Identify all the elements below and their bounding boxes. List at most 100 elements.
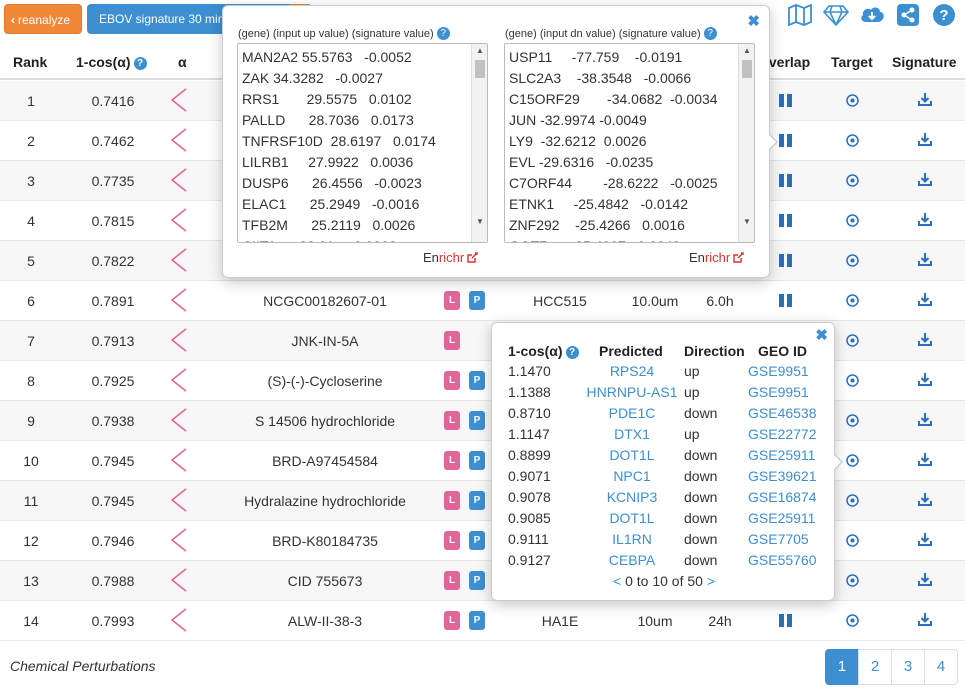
alpha-icon[interactable] bbox=[170, 247, 188, 276]
target-icon[interactable] bbox=[846, 574, 859, 590]
overlap-icon[interactable] bbox=[779, 254, 792, 267]
lincs-badge[interactable]: L bbox=[444, 571, 460, 590]
target-icon[interactable] bbox=[846, 134, 859, 150]
alpha-icon[interactable] bbox=[170, 527, 188, 556]
overlap-icon[interactable] bbox=[779, 134, 792, 147]
prev-page-button[interactable]: < bbox=[613, 573, 621, 589]
share-icon[interactable] bbox=[895, 2, 921, 28]
predicted-gene-link[interactable]: NPC1 bbox=[568, 468, 696, 484]
download-icon[interactable] bbox=[918, 292, 932, 309]
alpha-icon[interactable] bbox=[170, 87, 188, 116]
alpha-icon[interactable] bbox=[170, 287, 188, 316]
alpha-icon[interactable] bbox=[170, 487, 188, 516]
scroll-thumb[interactable] bbox=[475, 60, 485, 78]
download-icon[interactable] bbox=[918, 612, 932, 629]
lincs-badge[interactable]: L bbox=[444, 491, 460, 510]
help-icon[interactable]: ? bbox=[565, 346, 579, 359]
lincs-badge[interactable]: L bbox=[444, 331, 460, 350]
scrollbar[interactable]: ▲ ▼ bbox=[471, 44, 487, 242]
target-icon[interactable] bbox=[846, 414, 859, 430]
map-icon[interactable] bbox=[787, 2, 813, 28]
lincs-badge[interactable]: L bbox=[444, 291, 460, 310]
overlap-icon[interactable] bbox=[779, 214, 792, 227]
geo-id-link[interactable]: GSE9951 bbox=[748, 363, 809, 379]
overlap-icon[interactable] bbox=[779, 94, 792, 107]
alpha-icon[interactable] bbox=[170, 167, 188, 196]
target-icon[interactable] bbox=[846, 534, 859, 550]
page-4-button[interactable]: 4 bbox=[924, 649, 958, 685]
pubchem-badge[interactable]: P bbox=[469, 411, 485, 430]
close-icon[interactable]: ✖ bbox=[747, 12, 760, 30]
lincs-badge[interactable]: L bbox=[444, 411, 460, 430]
target-icon[interactable] bbox=[846, 334, 859, 350]
pubchem-badge[interactable]: P bbox=[469, 531, 485, 550]
diamond-icon[interactable] bbox=[823, 2, 849, 28]
target-icon[interactable] bbox=[846, 94, 859, 110]
scrollbar[interactable]: ▲ ▼ bbox=[738, 44, 754, 242]
download-icon[interactable] bbox=[918, 372, 932, 389]
scroll-thumb[interactable] bbox=[742, 60, 752, 78]
predicted-gene-link[interactable]: DOT1L bbox=[568, 510, 696, 526]
enrichr-up-link[interactable]: Enrichr bbox=[423, 250, 478, 265]
dn-genes-textarea[interactable]: USP11 -77.759 -0.0191 SLC2A3 -38.3548 -0.… bbox=[504, 43, 755, 243]
page-1-button[interactable]: 1 bbox=[825, 649, 859, 685]
enrichr-dn-link[interactable]: Enrichr bbox=[689, 250, 744, 265]
cos-header[interactable]: 1-cos(α)? bbox=[76, 54, 147, 70]
target-icon[interactable] bbox=[846, 374, 859, 390]
scroll-down-icon[interactable]: ▼ bbox=[476, 217, 484, 226]
alpha-icon[interactable] bbox=[170, 407, 188, 436]
download-icon[interactable] bbox=[918, 252, 932, 269]
help-icon[interactable]: ? bbox=[703, 27, 717, 40]
predicted-gene-link[interactable]: CEBPA bbox=[568, 552, 696, 568]
alpha-icon[interactable] bbox=[170, 367, 188, 396]
page-3-button[interactable]: 3 bbox=[891, 649, 925, 685]
target-icon[interactable] bbox=[846, 494, 859, 510]
overlap-icon[interactable] bbox=[779, 174, 792, 187]
help-icon[interactable]: ? bbox=[931, 2, 957, 28]
download-icon[interactable] bbox=[918, 532, 932, 549]
pubchem-badge[interactable]: P bbox=[469, 371, 485, 390]
download-icon[interactable] bbox=[918, 492, 932, 509]
alpha-icon[interactable] bbox=[170, 207, 188, 236]
target-icon[interactable] bbox=[846, 254, 859, 270]
reanalyze-button[interactable]: ‹ reanalyze bbox=[4, 4, 82, 34]
download-icon[interactable] bbox=[918, 212, 932, 229]
alpha-icon[interactable] bbox=[170, 607, 188, 636]
scroll-up-icon[interactable]: ▲ bbox=[476, 46, 484, 55]
target-icon[interactable] bbox=[846, 214, 859, 230]
target-icon[interactable] bbox=[846, 454, 859, 470]
predicted-gene-link[interactable]: DOT1L bbox=[568, 447, 696, 463]
predicted-gene-link[interactable]: PDE1C bbox=[568, 405, 696, 421]
geo-id-link[interactable]: GSE9951 bbox=[748, 384, 809, 400]
target-icon[interactable] bbox=[846, 614, 859, 630]
scroll-down-icon[interactable]: ▼ bbox=[743, 217, 751, 226]
download-icon[interactable] bbox=[918, 412, 932, 429]
geo-id-link[interactable]: GSE16874 bbox=[748, 489, 817, 505]
download-icon[interactable] bbox=[918, 572, 932, 589]
predicted-gene-link[interactable]: DTX1 bbox=[568, 426, 696, 442]
geo-id-link[interactable]: GSE25911 bbox=[748, 447, 815, 463]
lincs-badge[interactable]: L bbox=[444, 371, 460, 390]
download-icon[interactable] bbox=[918, 452, 932, 469]
geo-id-link[interactable]: GSE55760 bbox=[748, 552, 817, 568]
geo-id-link[interactable]: GSE25911 bbox=[748, 510, 815, 526]
target-icon[interactable] bbox=[846, 294, 859, 310]
predicted-gene-link[interactable]: HNRNPU-AS1 bbox=[568, 384, 696, 400]
pubchem-badge[interactable]: P bbox=[469, 451, 485, 470]
alpha-icon[interactable] bbox=[170, 327, 188, 356]
pubchem-badge[interactable]: P bbox=[469, 291, 485, 310]
download-icon[interactable] bbox=[918, 172, 932, 189]
predicted-gene-link[interactable]: RPS24 bbox=[568, 363, 696, 379]
lincs-badge[interactable]: L bbox=[444, 451, 460, 470]
rank-header[interactable]: Rank bbox=[13, 54, 47, 70]
help-icon[interactable]: ? bbox=[436, 27, 450, 40]
alpha-icon[interactable] bbox=[170, 127, 188, 156]
target-icon[interactable] bbox=[846, 174, 859, 190]
pubchem-badge[interactable]: P bbox=[469, 491, 485, 510]
download-icon[interactable] bbox=[918, 132, 932, 149]
overlap-icon[interactable] bbox=[779, 614, 792, 627]
close-icon[interactable]: ✖ bbox=[815, 326, 828, 344]
scroll-up-icon[interactable]: ▲ bbox=[743, 46, 751, 55]
predicted-gene-link[interactable]: IL1RN bbox=[568, 531, 696, 547]
alpha-icon[interactable] bbox=[170, 447, 188, 476]
